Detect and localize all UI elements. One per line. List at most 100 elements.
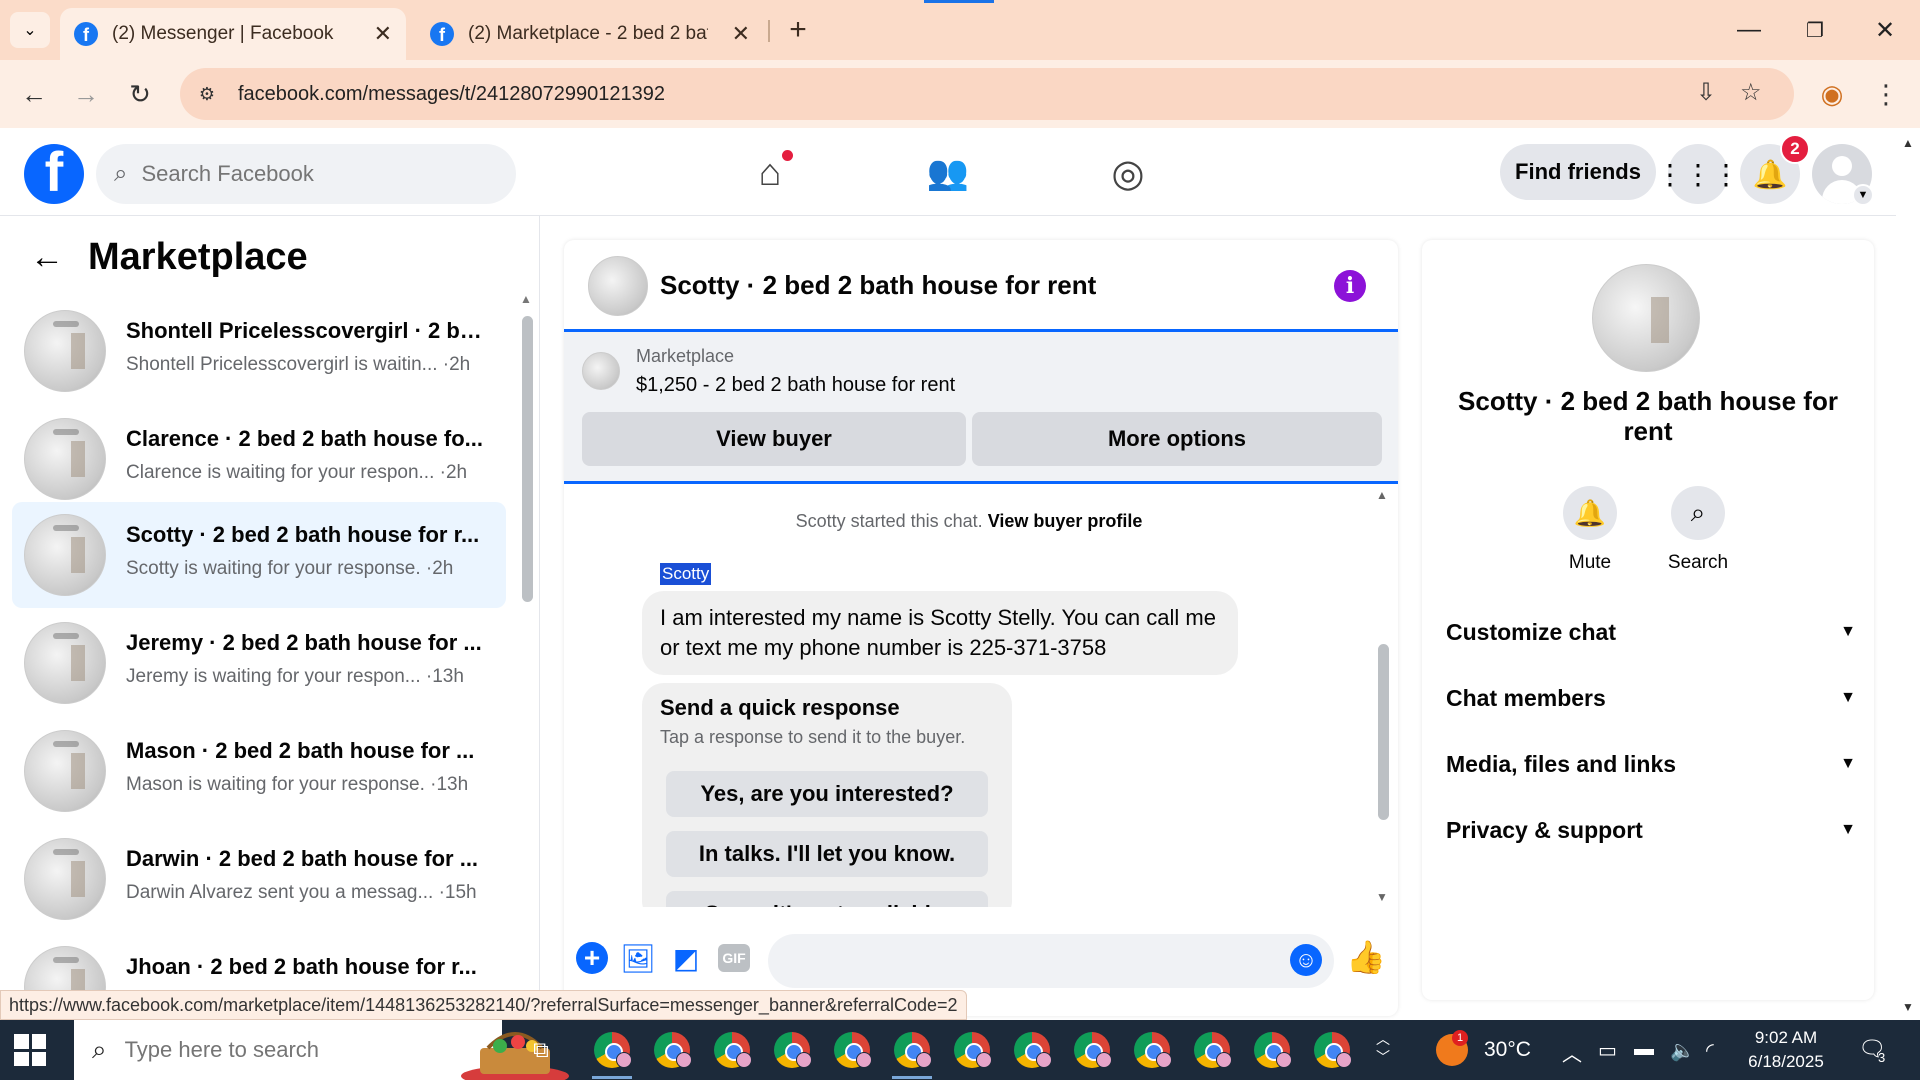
scroll-up-arrow-icon[interactable]: ▲ [1376,488,1388,502]
chrome-taskbar-icon[interactable] [1134,1032,1172,1068]
search-icon: ⌕ [1671,486,1725,540]
media-files-links-section[interactable]: Media, files and links ▼ [1446,740,1856,788]
windows-start-icon[interactable] [14,1034,46,1066]
temperature[interactable]: 30°C [1484,1038,1531,1062]
tab-search-button[interactable]: ⌄ [10,12,50,48]
gif-icon[interactable]: GIF [718,944,750,972]
bookmark-star-icon[interactable]: ☆ [1740,78,1762,107]
restore-button[interactable]: ❐ [1790,10,1840,50]
back-button[interactable]: ← [14,74,54,114]
windows-taskbar: ⌕ ⧉ ︿﹀ 1 30°C ︿ ▭ ▬ 🔈 ◜ 9:02 AM 6/18/202… [0,1020,1920,1080]
chrome-taskbar-icon[interactable] [954,1032,992,1068]
listing-thumbnail[interactable] [588,256,648,316]
taskbar-scroll-icon[interactable]: ︿ ﹀ [1376,1030,1390,1066]
chrome-taskbar-icon[interactable] [1014,1032,1052,1068]
scroll-down-arrow-icon[interactable]: ▼ [1376,890,1388,904]
conversation-snippet: Jeremy is waiting for your respon... ·13… [126,666,464,687]
plus-icon[interactable]: + [576,942,608,974]
conversation-item[interactable]: Mason · 2 bed 2 bath house for ... Mason… [12,718,506,824]
chevron-down-icon[interactable]: ▼ [1852,184,1874,206]
conversation-item[interactable]: Jeremy · 2 bed 2 bath house for ... Jere… [12,610,506,716]
conversation-item[interactable]: Clarence · 2 bed 2 bath house fo... Clar… [12,406,506,512]
menu-grid-icon[interactable]: ⋮⋮⋮ [1656,144,1740,204]
meet-now-icon[interactable]: ▭ [1598,1038,1617,1063]
clock-time: 9:02 AM [1754,1028,1818,1047]
chrome-taskbar-icon[interactable] [1074,1032,1112,1068]
reload-button[interactable]: ↻ [120,74,160,114]
tab-messenger[interactable]: f (2) Messenger | Facebook ✕ [60,8,406,60]
chrome-taskbar-icon[interactable] [834,1032,872,1068]
battery-icon[interactable]: ▬ [1634,1038,1654,1061]
chevron-down-icon: ▼ [1840,623,1856,640]
scroll-up-arrow-icon[interactable]: ▲ [1902,136,1914,150]
view-buyer-button[interactable]: View buyer [582,412,966,466]
minimize-button[interactable]: — [1724,10,1774,50]
conversation-item[interactable]: Darwin · 2 bed 2 bath house for ... Darw… [12,826,506,932]
privacy-support-section[interactable]: Privacy & support ▼ [1446,806,1856,854]
chevron-down-icon: ⌄ [23,22,37,39]
view-buyer-profile-link[interactable]: View buyer profile [988,511,1143,531]
sticker-icon[interactable]: ◩ [668,940,704,976]
quick-reply-button[interactable]: In talks. I'll let you know. [666,831,988,877]
customize-chat-section[interactable]: Customize chat ▼ [1446,608,1856,656]
profile-icon[interactable]: ◉ [1812,74,1852,114]
close-window-button[interactable]: ✕ [1860,10,1910,50]
quick-reply-button[interactable]: Yes, are you interested? [666,771,988,817]
chrome-taskbar-icon[interactable] [1254,1032,1292,1068]
chrome-taskbar-icon[interactable] [594,1032,632,1068]
chrome-taskbar-icon[interactable] [714,1032,752,1068]
forward-button[interactable]: → [66,74,106,114]
address-bar[interactable]: ⚙ facebook.com/messages/t/24128072990121… [180,68,1794,120]
site-settings-icon[interactable]: ⚙ [192,84,222,105]
taskbar-search[interactable]: ⌕ [74,1020,569,1080]
listing-label: Marketplace [636,346,735,366]
more-options-button[interactable]: More options [972,412,1382,466]
facebook-search[interactable]: ⌕ [96,144,516,204]
volume-icon[interactable]: 🔈 [1670,1038,1695,1063]
tab-marketplace[interactable]: f (2) Marketplace - 2 bed 2 bath I ✕ [416,8,764,60]
chrome-taskbar-icon[interactable] [1194,1032,1232,1068]
scroll-down-arrow-icon[interactable]: ▼ [1902,1000,1914,1014]
mute-button[interactable]: 🔔 Mute [1540,486,1640,574]
quick-reply-button[interactable]: Sorry, it's not available. [666,891,988,907]
conversation-item-selected[interactable]: Scotty · 2 bed 2 bath house for r... Sco… [12,502,506,608]
message-input[interactable] [768,934,1334,988]
photo-icon[interactable]: 🖼 [620,940,656,976]
taskbar-search-input[interactable] [124,1037,385,1063]
conversation-item[interactable]: Shontell Pricelesscovergirl · 2 be... Sh… [12,298,506,404]
info-icon[interactable]: i [1334,270,1366,302]
chrome-taskbar-icon[interactable] [894,1032,932,1068]
browser-menu-icon[interactable]: ⋮ [1866,74,1906,114]
chevron-down-icon: ▼ [1840,821,1856,838]
listing-thumbnail[interactable] [582,352,620,390]
chat-title[interactable]: Scotty · 2 bed 2 bath house for rent [660,270,1096,301]
listing-price[interactable]: $1,250 - 2 bed 2 bath house for rent [636,374,955,397]
close-icon[interactable]: ✕ [732,21,750,47]
chat-members-section[interactable]: Chat members ▼ [1446,674,1856,722]
close-icon[interactable]: ✕ [374,21,392,47]
search-conversation-button[interactable]: ⌕ Search [1648,486,1748,574]
chrome-taskbar-icon[interactable] [654,1032,692,1068]
facebook-logo[interactable]: f [24,144,84,204]
task-view-icon[interactable]: ⧉ [526,1036,556,1064]
emoji-icon[interactable]: ☺ [1290,944,1322,976]
page-scrollbar[interactable]: ▲ ▼ [1896,128,1920,1020]
scrollbar-thumb[interactable] [522,316,533,602]
chrome-taskbar-icon[interactable] [1314,1032,1352,1068]
scroll-up-arrow-icon[interactable]: ▲ [520,292,532,306]
message-bubble[interactable]: I am interested my name is Scotty Stelly… [642,591,1238,675]
find-friends-button[interactable]: Find friends [1500,144,1656,200]
wifi-icon[interactable]: ◜ [1706,1038,1714,1063]
groups-icon[interactable]: ◎ [1098,148,1158,198]
scrollbar-thumb[interactable] [1378,644,1389,820]
arrow-left-icon[interactable]: ← [30,238,64,277]
chrome-taskbar-icon[interactable] [774,1032,812,1068]
install-app-icon[interactable]: ⇩ [1696,78,1716,107]
new-tab-button[interactable]: + [780,12,816,48]
thumbs-up-icon[interactable]: 👍 [1346,938,1386,976]
listing-thumbnail[interactable] [1592,264,1700,372]
facebook-search-input[interactable] [141,161,442,187]
show-hidden-icons-icon[interactable]: ︿ [1562,1038,1582,1067]
system-clock[interactable]: 9:02 AM 6/18/2025 [1736,1026,1836,1074]
friends-icon[interactable]: 👥 [918,148,978,198]
